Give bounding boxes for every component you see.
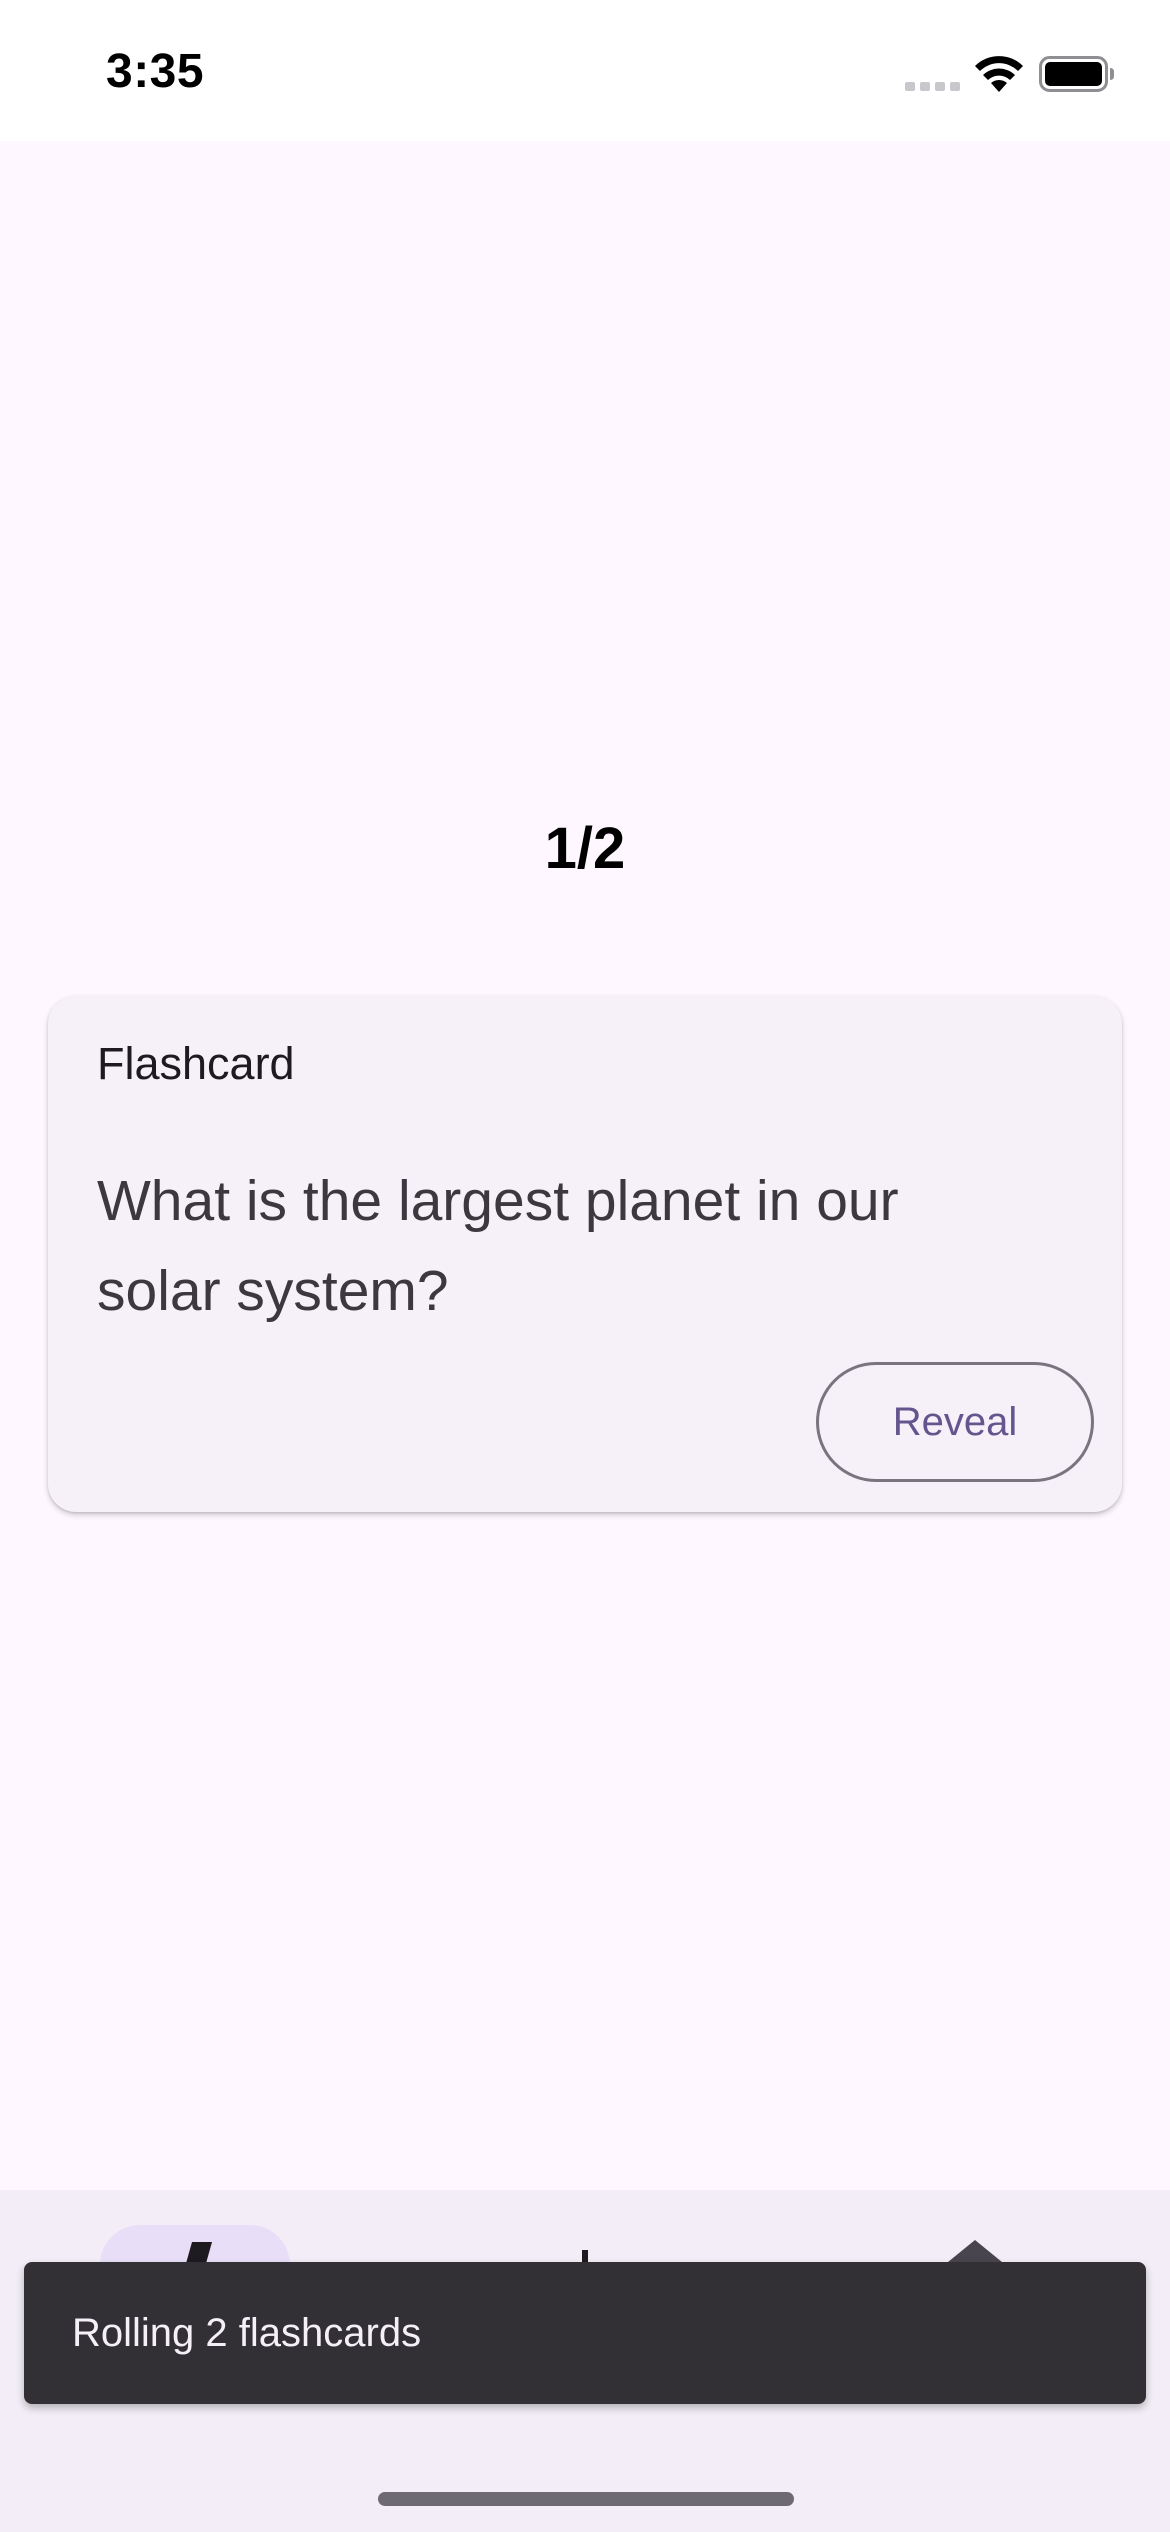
flashcard: Flashcard What is the largest planet in … [48,996,1122,1512]
flashcard-counter: 1/2 [544,816,626,881]
card-title: Flashcard [97,1038,295,1089]
snackbar-message: Rolling 2 flashcards [72,2310,422,2355]
snackbar: Rolling 2 flashcards [24,2262,1146,2404]
app-screen: 3:35 1/2 Flashcard What is the largest p… [0,0,1170,2532]
wifi-icon [975,56,1023,92]
status-bar: 3:35 [0,0,1170,141]
card-question: What is the largest planet in our solar … [97,1169,899,1323]
reveal-button[interactable]: Reveal [816,1362,1094,1482]
status-time: 3:35 [106,45,205,98]
cellular-signal-icon [905,82,960,91]
home-indicator[interactable] [378,2492,794,2506]
battery-icon [1039,56,1114,92]
